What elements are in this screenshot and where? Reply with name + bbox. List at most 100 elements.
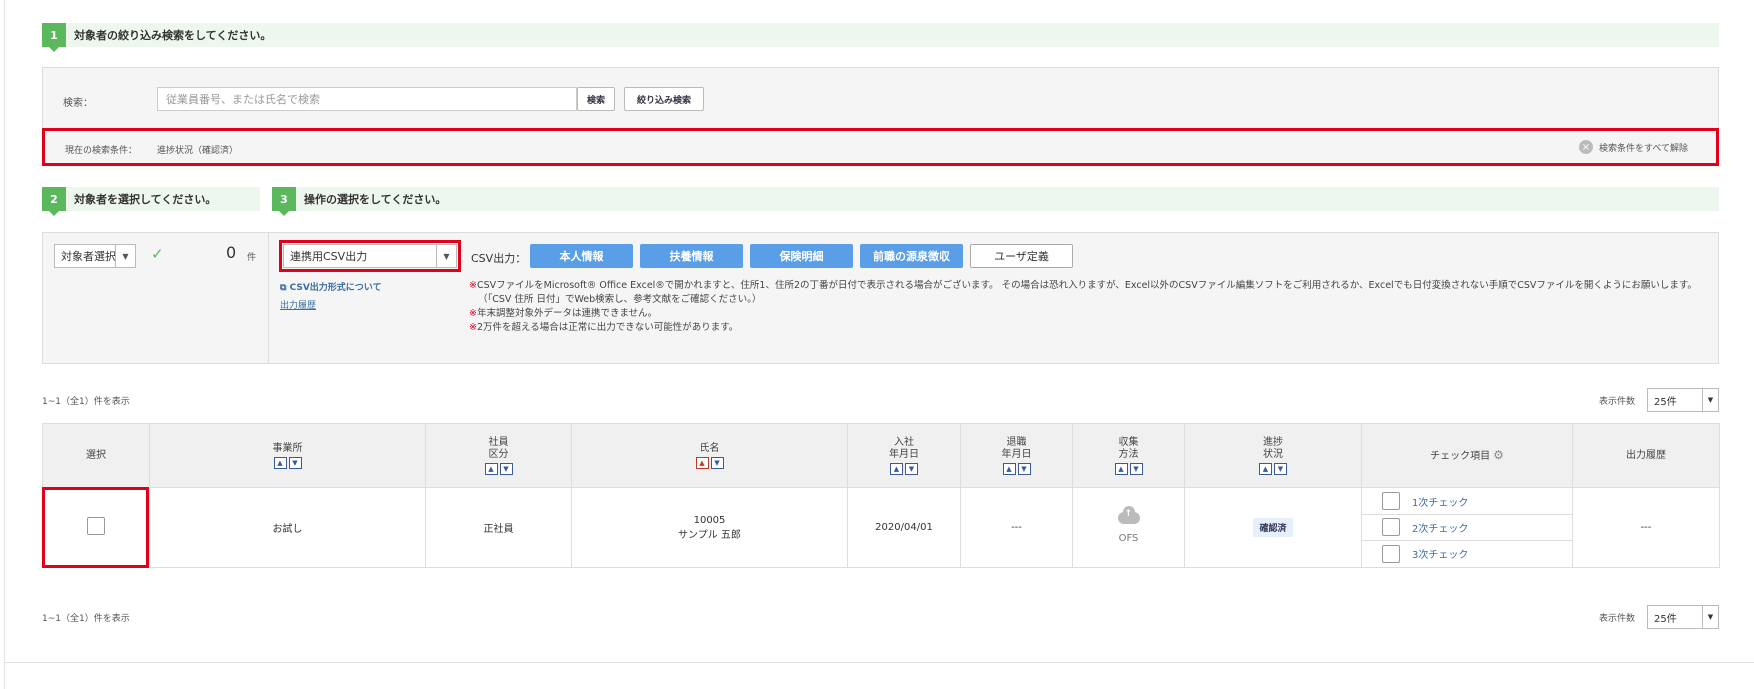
left-border	[4, 0, 5, 689]
sort-asc-icon[interactable]: ▲	[273, 456, 287, 469]
header-join-date: 入社 年月日 ▲ ▼	[847, 423, 961, 488]
row-check-cell: 1次チェック 2次チェック 3次チェック	[1361, 487, 1573, 568]
header-check-items: チェック項目 ⚙	[1361, 423, 1573, 488]
row-office: お試し	[149, 487, 426, 568]
header-output-history: 出力履歴	[1572, 423, 1720, 488]
search-button[interactable]: 検索	[577, 87, 615, 111]
step-3-header: 3 操作の選択をしてください。	[272, 187, 1719, 216]
header-leave-date: 退職 年月日 ▲ ▼	[960, 423, 1073, 488]
sort-asc-icon[interactable]: ▲	[695, 456, 709, 469]
header-name: 氏名 ▲ ▼	[571, 423, 848, 488]
filter-search-button[interactable]: 絞り込み検索	[624, 87, 704, 111]
row-join-date: 2020/04/01	[847, 487, 961, 568]
csv-note: ※CSVファイルをMicrosoft® Office Excel®で開かれますと…	[469, 280, 1697, 305]
check-3-link[interactable]: 3次チェック	[1412, 546, 1468, 561]
operations-panel: 対象者選択 ▼ ✓ 0 件 連携用CSV出力 ▼ ⧉ CSV出力形式について 出…	[42, 232, 1719, 364]
status-badge: 確認済	[1253, 518, 1293, 537]
per-page-label-bottom: 表示件数	[1599, 614, 1636, 624]
dependent-info-button[interactable]: 扶養情報	[640, 244, 743, 268]
user-defined-button[interactable]: ユーザ定義	[970, 244, 1073, 268]
chevron-down-icon: ▼	[1702, 606, 1718, 628]
check-icon: ✓	[151, 245, 164, 263]
row-employee-number: 10005	[693, 514, 726, 526]
sort-desc-icon[interactable]: ▼	[1129, 462, 1143, 475]
sort-asc-icon[interactable]: ▲	[1259, 462, 1272, 475]
row-leave-date: ---	[960, 487, 1073, 568]
row-collect-cell: OFS	[1072, 487, 1185, 568]
check-2-link[interactable]: 2次チェック	[1412, 520, 1468, 535]
csv-note: ※年末調整対象外データは連携できません。	[469, 308, 658, 319]
chevron-down-icon: ▼	[1702, 389, 1718, 411]
row-progress-cell: 確認済	[1184, 487, 1362, 568]
insurance-details-button[interactable]: 保険明細	[750, 244, 853, 268]
result-count-top: 1~1（全1）件を表示	[42, 397, 130, 407]
current-conditions-row: 現在の検索条件： 進捗状況（確認済） × 検索条件をすべて解除	[42, 128, 1719, 166]
chevron-down-icon: ▼	[115, 245, 135, 267]
sort-asc-icon[interactable]: ▲	[484, 462, 498, 475]
output-history-link[interactable]: 出力履歴	[280, 298, 316, 311]
sort-desc-icon[interactable]: ▼	[1274, 462, 1287, 475]
clear-icon: ×	[1578, 140, 1593, 154]
row-name-cell: 10005 サンプル 五郎	[571, 487, 848, 568]
search-label: 検索：	[63, 98, 93, 109]
csv-format-link-label: CSV出力形式について	[289, 283, 382, 293]
step-2-title: 対象者を選択してください。	[74, 193, 217, 206]
csv-notes: ※CSVファイルをMicrosoft® Office Excel®で開かれますと…	[469, 279, 1709, 335]
selected-count-unit: 件	[247, 253, 257, 263]
check-2-checkbox[interactable]	[1382, 518, 1400, 536]
sort-desc-icon[interactable]: ▼	[288, 456, 302, 469]
external-link-icon: ⧉	[280, 283, 290, 293]
check-item-row: 1次チェック	[1362, 489, 1572, 515]
personal-info-button[interactable]: 本人情報	[530, 244, 633, 268]
ops-divider	[268, 233, 269, 363]
target-select-value: 対象者選択	[61, 250, 116, 263]
previous-job-withholding-button[interactable]: 前職の源泉徴収	[860, 244, 963, 268]
check-item-row: 3次チェック	[1362, 541, 1572, 567]
bottom-border	[4, 662, 1754, 663]
sort-desc-icon[interactable]: ▼	[710, 456, 724, 469]
step-1-header: 1 対象者の絞り込み検索をしてください。	[42, 23, 1719, 52]
csv-format-link[interactable]: ⧉ CSV出力形式について	[280, 280, 382, 293]
row-collect-method: OFS	[1118, 532, 1139, 544]
header-employee-type: 社員 区分 ▲ ▼	[425, 423, 572, 488]
header-select: 選択	[42, 423, 150, 488]
employee-table: 選択 事業所 ▲ ▼ 社員 区分 ▲ ▼ 氏名 ▲ ▼ 入社 年月日 ▲ ▼ 退職 年月日 ▲…	[42, 423, 1720, 568]
row-employee-name[interactable]: サンプル 五郎	[572, 526, 847, 541]
search-input[interactable]	[157, 87, 577, 111]
sort-asc-icon[interactable]: ▲	[890, 462, 903, 475]
current-conditions-value: 進捗状況（確認済）	[157, 146, 239, 156]
header-collect-method: 収集 方法 ▲ ▼	[1072, 423, 1185, 488]
result-count-bottom: 1~1（全1）件を表示	[42, 614, 130, 624]
table-header-row: 選択 事業所 ▲ ▼ 社員 区分 ▲ ▼ 氏名 ▲ ▼ 入社 年月日 ▲ ▼ 退職 年月日 ▲…	[42, 423, 1720, 488]
header-office: 事業所 ▲ ▼	[149, 423, 426, 488]
per-page-value: 25件	[1654, 396, 1677, 408]
check-1-link[interactable]: 1次チェック	[1412, 494, 1468, 509]
clear-all-conditions[interactable]: × 検索条件をすべて解除	[1578, 140, 1688, 154]
step-1-number: 1	[42, 23, 66, 52]
per-page-select-bottom[interactable]: 25件 ▼	[1647, 605, 1719, 629]
sort-asc-icon[interactable]: ▲	[1002, 462, 1016, 475]
table-row: お試し 正社員 10005 サンプル 五郎 2020/04/01 --- OFS…	[42, 487, 1720, 568]
row-output-history: ---	[1572, 487, 1720, 568]
check-1-checkbox[interactable]	[1382, 492, 1400, 510]
sort-asc-icon[interactable]: ▲	[1114, 462, 1128, 475]
gear-icon[interactable]: ⚙	[1493, 448, 1504, 462]
select-cell-highlight	[42, 487, 149, 568]
sort-desc-icon[interactable]: ▼	[499, 462, 513, 475]
step-2-number: 2	[42, 187, 66, 216]
per-page-value: 25件	[1654, 613, 1677, 625]
sort-desc-icon[interactable]: ▼	[1017, 462, 1031, 475]
csv-note: ※2万件を超える場合は正常に出力できない可能性があります。	[469, 322, 739, 333]
operation-select-highlight	[279, 240, 461, 272]
sort-desc-icon[interactable]: ▼	[905, 462, 918, 475]
per-page-label-top: 表示件数	[1599, 397, 1636, 407]
check-3-checkbox[interactable]	[1382, 544, 1400, 563]
cloud-upload-icon	[1117, 505, 1140, 524]
header-progress: 進捗 状況 ▲ ▼	[1184, 423, 1362, 488]
target-select-dropdown[interactable]: 対象者選択 ▼	[54, 244, 136, 268]
step-2-header: 2 対象者を選択してください。	[42, 187, 260, 216]
current-conditions-label: 現在の検索条件：	[65, 146, 138, 156]
selected-count: 0	[226, 243, 237, 262]
per-page-select-top[interactable]: 25件 ▼	[1647, 388, 1719, 412]
row-employee-type: 正社員	[425, 487, 572, 568]
